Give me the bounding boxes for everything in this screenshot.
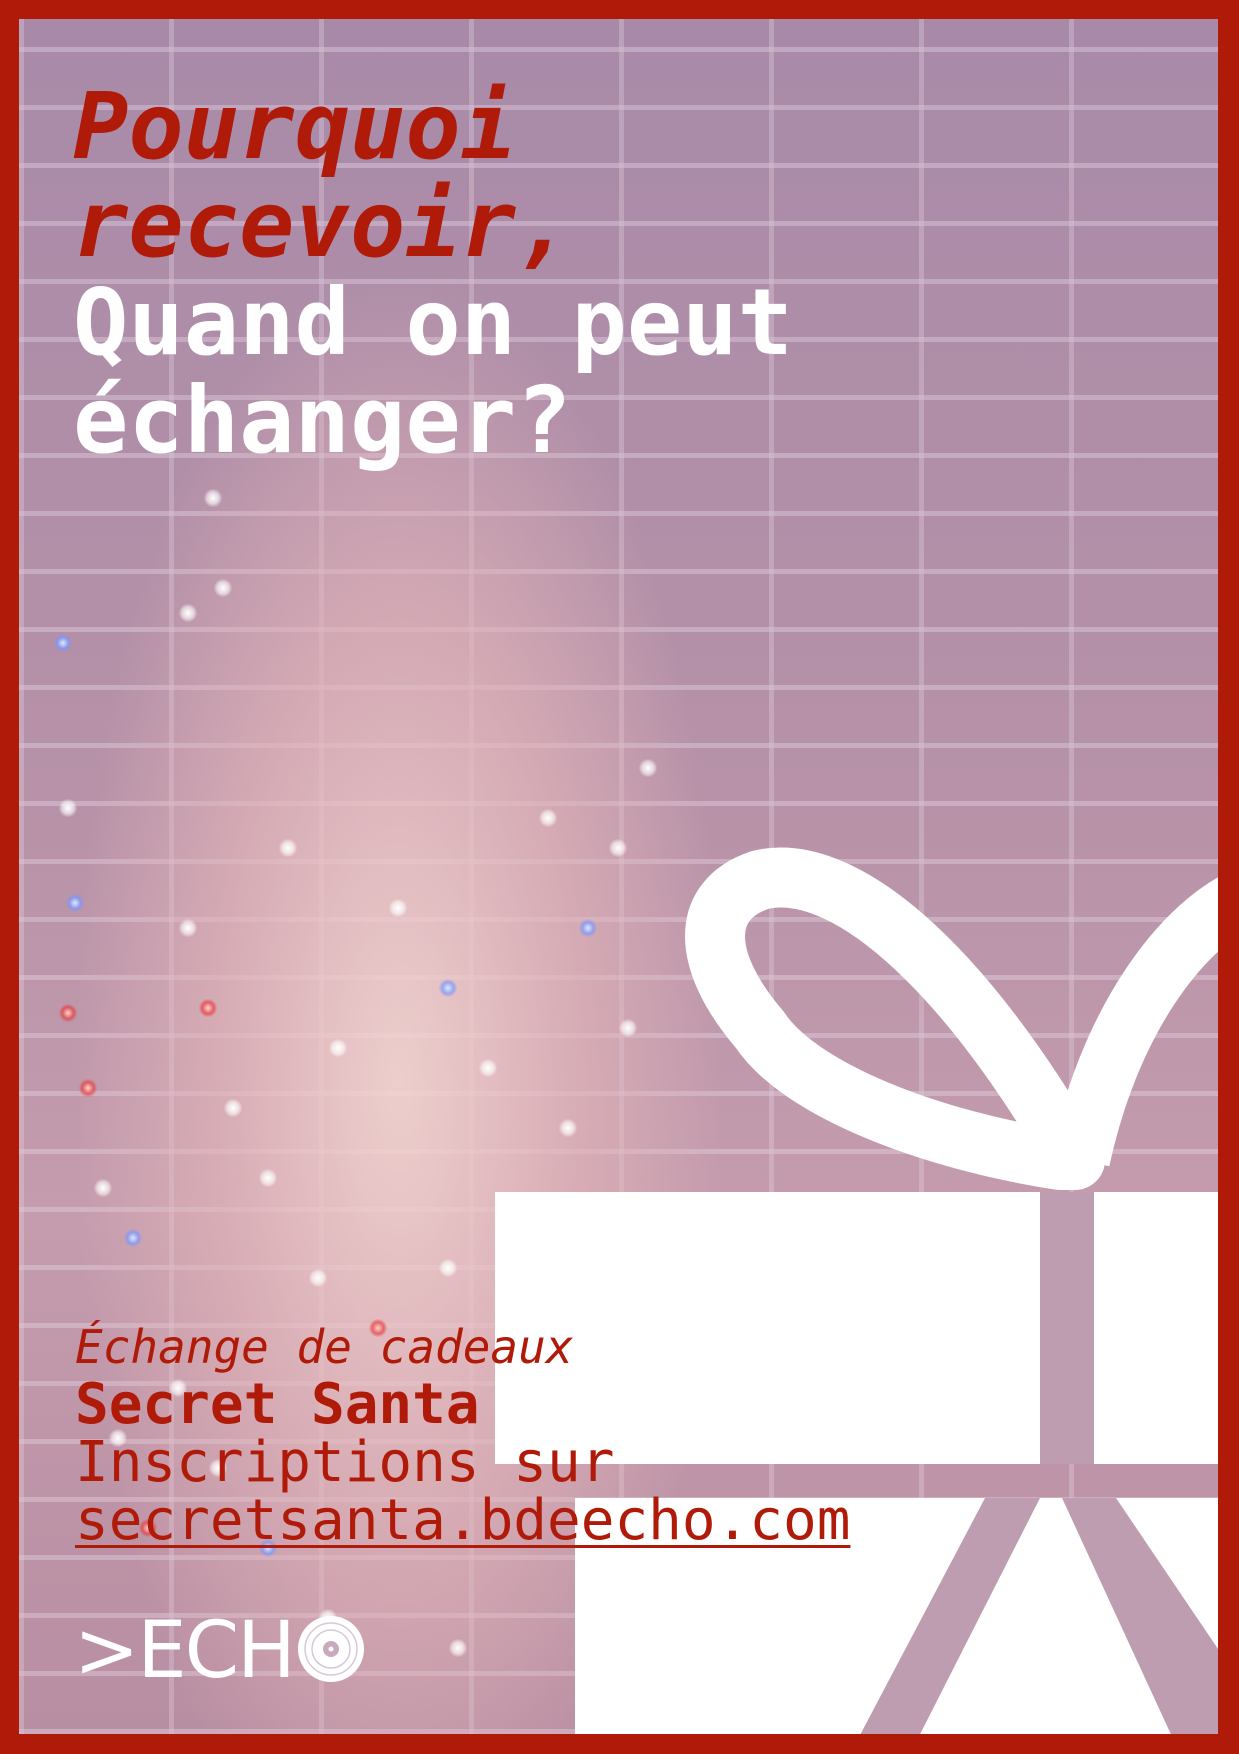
event-name: Secret Santa [75,1372,480,1437]
headline-line-1: Pourquoi [73,73,517,180]
headline-line-4: échanger? [73,367,572,474]
headline: Pourquoi recevoir, Quand on peut échange… [73,78,793,470]
poster: Pourquoi recevoir, Quand on peut échange… [0,0,1239,1754]
headline-line-2: recevoir, [73,171,572,278]
logo-text: >ECH [74,1606,296,1696]
echo-logo: >ECH [74,1606,366,1696]
event-subtitle: Échange de cadeaux [75,1320,574,1374]
event-info: Échange de cadeaux Secret Santa Inscript… [75,1318,850,1550]
headline-line-3: Quand on peut [73,269,794,376]
vinyl-disc-icon [296,1614,366,1688]
signup-link[interactable]: secretsanta.bdeecho.com [75,1492,850,1550]
signup-text: Inscriptions sur [75,1430,615,1495]
